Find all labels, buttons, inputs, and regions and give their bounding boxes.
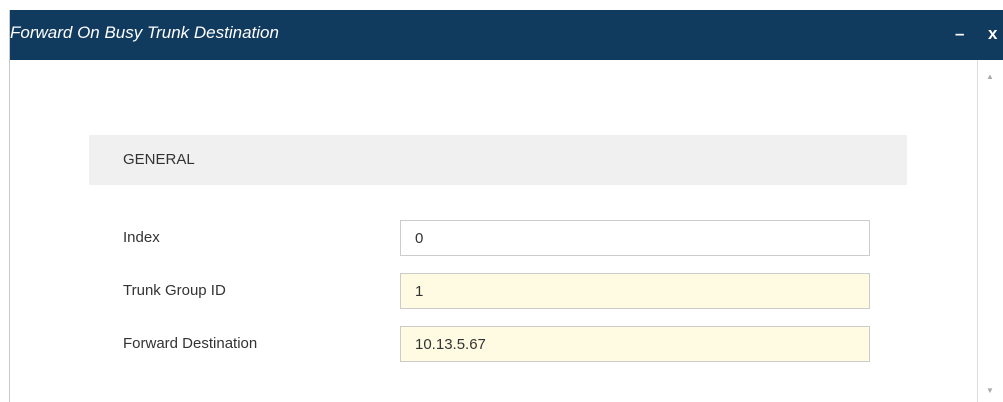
dialog-content: GENERAL Index Trunk Group ID Forward Des… <box>10 60 976 402</box>
close-button[interactable]: x <box>988 24 997 44</box>
forward-destination-label: Forward Destination <box>123 335 258 352</box>
vertical-scrollbar[interactable]: ▲ ▼ <box>977 60 1003 402</box>
trunk-group-id-label: Trunk Group ID <box>123 282 226 299</box>
forward-destination-input[interactable] <box>400 326 870 362</box>
dialog-title: Forward On Busy Trunk Destination <box>10 23 279 42</box>
minimize-button[interactable]: – <box>955 24 964 44</box>
dialog-titlebar[interactable]: Forward On Busy Trunk Destination – x <box>10 10 1003 60</box>
trunk-group-id-input[interactable] <box>400 273 870 309</box>
index-label: Index <box>123 229 160 246</box>
index-input[interactable] <box>400 220 870 256</box>
scroll-up-icon[interactable]: ▲ <box>986 72 994 81</box>
scroll-down-icon[interactable]: ▼ <box>986 386 994 395</box>
section-title: GENERAL <box>123 151 195 168</box>
section-header-general: GENERAL <box>89 135 907 185</box>
dialog-window: Forward On Busy Trunk Destination – x GE… <box>9 10 1003 402</box>
